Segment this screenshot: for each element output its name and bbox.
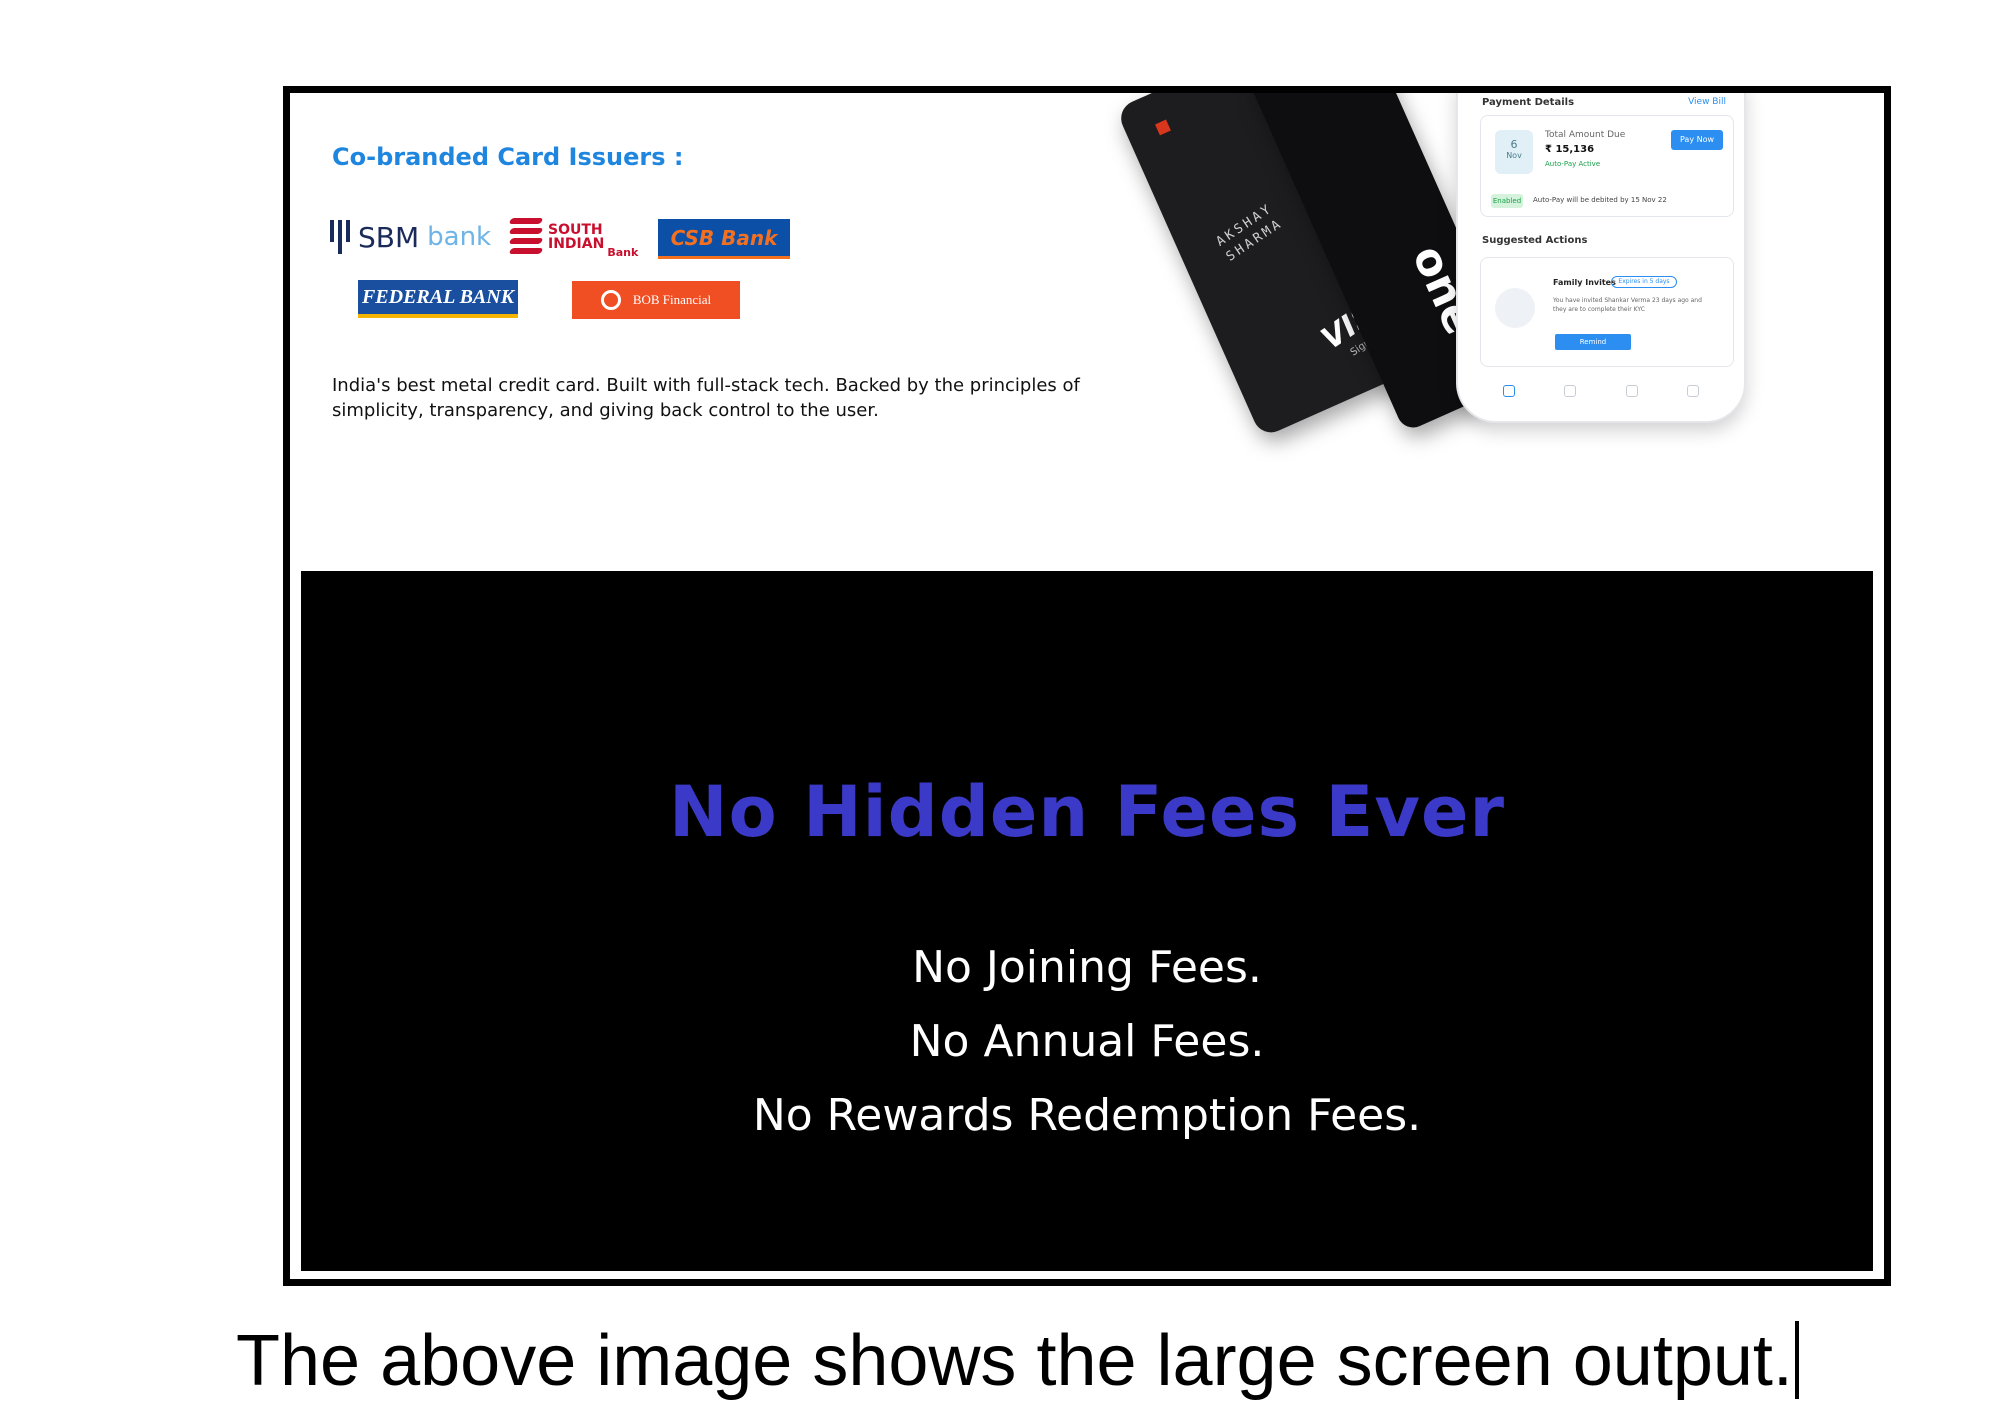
south-indian-bank-logo: SOUTH INDIAN Bank [508, 209, 639, 265]
phone-invite-badge: Expires in 5 days [1611, 276, 1677, 288]
phone-remind-button: Remind [1555, 334, 1631, 350]
fee-item: No Annual Fees. [909, 1016, 1265, 1067]
fee-item: No Rewards Redemption Fees. [752, 1090, 1422, 1141]
phone-view-bill-link: View Bill [1688, 97, 1726, 107]
bob-financial-logo: BOB Financial [572, 281, 740, 319]
sbm-logo-bank: bank [427, 222, 492, 252]
bob-logo-text: BOB Financial [632, 292, 712, 307]
chart-icon [1625, 385, 1638, 397]
tagline: India's best metal credit card. Built wi… [332, 375, 1080, 421]
fee-item: No Joining Fees. [912, 942, 1262, 993]
phone-autopay-note: Auto-Pay will be debited by 15 Nov 22 [1533, 196, 1667, 204]
phone-bottom-nav [1458, 385, 1744, 397]
federal-bank-logo: FEDERAL BANK [358, 280, 518, 318]
star-icon [1687, 385, 1700, 397]
home-icon [1502, 385, 1515, 397]
caption-text: The above image shows the large screen o… [236, 1321, 1793, 1401]
phone-due-label: Total Amount Due [1545, 130, 1626, 140]
phone-due-date: 6 Nov [1495, 130, 1533, 174]
card-holder-name: AKSHAY SHARMA [1213, 200, 1286, 265]
south-indian-bank-mark-icon [508, 214, 544, 260]
phone-pay-now-button: Pay Now [1671, 130, 1723, 150]
no-fees-section: No Hidden Fees Ever No Joining Fees. No … [301, 571, 1873, 1271]
text-cursor [1794, 1321, 1799, 1399]
phone-mockup: Payment Details View Bill 6 Nov Total Am… [1456, 93, 1746, 423]
issuers-title: Co-branded Card Issuers : [332, 143, 684, 171]
phone-invite-card: Family Invites Expires in 5 days You hav… [1480, 257, 1734, 367]
phone-enabled-pill: Enabled [1491, 194, 1523, 208]
bob-card-mark-icon [1155, 119, 1171, 136]
sbm-bank-logo: SBM bank [330, 217, 491, 257]
phone-header: Payment Details [1482, 97, 1575, 108]
phone-invite-avatar [1495, 288, 1535, 328]
bob-ring-icon [600, 290, 621, 310]
phone-due-value: ₹ 15,136 [1545, 144, 1595, 155]
phone-payment-card: 6 Nov Total Amount Due ₹ 15,136 Auto-Pay… [1480, 115, 1734, 217]
csb-bank-logo: CSB Bank [658, 219, 790, 259]
document-caption[interactable]: The above image shows the large screen o… [236, 1320, 1799, 1402]
fees-list: No Joining Fees. No Annual Fees. No Rewa… [301, 931, 1873, 1153]
hero-section: Co-branded Card Issuers : SBM bank SOUTH… [290, 93, 1884, 563]
no-fees-headline: No Hidden Fees Ever [669, 771, 1505, 853]
phone-invite-title: Family Invites [1553, 278, 1616, 287]
south-indian-bank-word: Bank [607, 246, 639, 259]
screenshot-frame: Co-branded Card Issuers : SBM bank SOUTH… [283, 86, 1891, 1286]
south-indian-line1: SOUTH [548, 222, 603, 238]
south-indian-line2: INDIAN [548, 236, 605, 252]
phone-invite-text: You have invited Shankar Verma 23 days a… [1553, 297, 1702, 313]
sbm-logo-text: SBM [358, 220, 420, 254]
phone-autopay-status: Auto-Pay Active [1545, 160, 1601, 168]
phone-suggested-actions: Suggested Actions [1482, 235, 1588, 246]
bill-icon [1564, 385, 1577, 397]
sbm-bars-icon [330, 220, 350, 254]
